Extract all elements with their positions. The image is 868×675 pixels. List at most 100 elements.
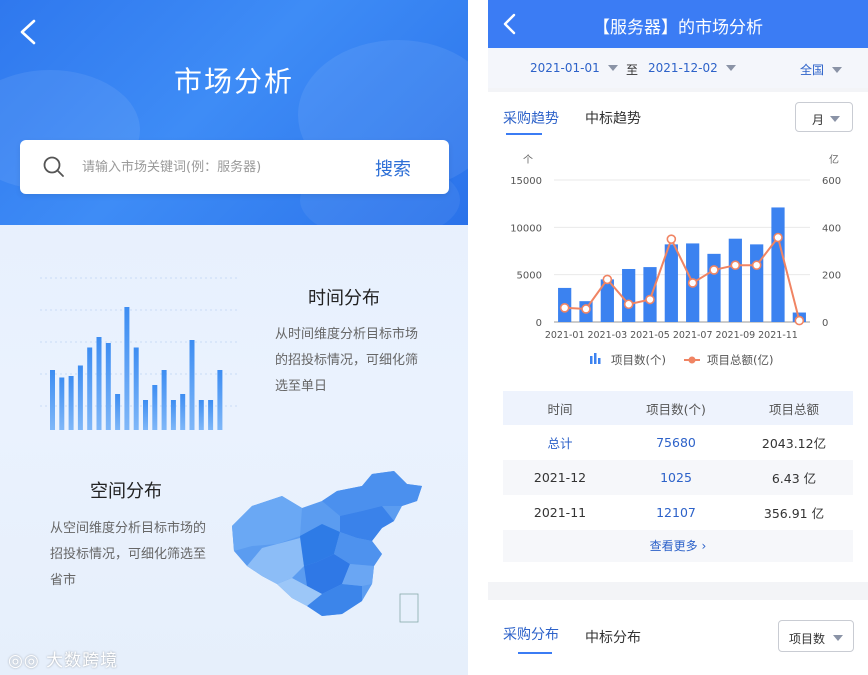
- y-tick-label-left: 15000: [510, 176, 542, 187]
- watermark-text: 大数跨境: [46, 651, 119, 671]
- start-date-value: 2021-01-01: [530, 61, 600, 75]
- line-point-total-amount: [559, 303, 570, 313]
- line-total-amount: [564, 235, 801, 321]
- line-point-total-amount: [773, 232, 783, 243]
- line-point-total-amount: [794, 315, 805, 326]
- page-title: 【服务器】的市场分析: [593, 18, 763, 38]
- intro-panel: 市场分析 搜索 时间分布 从时间维度分析目标市场的招投标情况，可细化筛选至单日 …: [0, 0, 468, 675]
- illustration-bar: [198, 400, 204, 430]
- view-more-link[interactable]: 查看更多 ›: [503, 530, 853, 562]
- legend-bar-icon: [590, 356, 593, 364]
- illustration-bar: [143, 400, 148, 430]
- row-time: 2021-12: [533, 470, 587, 485]
- search-bar: 搜索: [20, 140, 449, 194]
- illustration-bar: [189, 340, 195, 430]
- start-date-select[interactable]: 2021-01-01: [530, 61, 618, 75]
- line-point-total-amount: [709, 265, 719, 275]
- chevron-down-icon: [832, 67, 843, 73]
- row-amount: 356.91 亿: [763, 506, 825, 521]
- line-point-total-amount: [730, 260, 741, 270]
- row-count: 12107: [656, 505, 696, 520]
- bar-project-count: [707, 253, 721, 322]
- illustration-bar: [133, 347, 139, 430]
- y-tick-label-left: 10000: [510, 223, 542, 234]
- back-icon[interactable]: [16, 18, 40, 46]
- row-count: 75680: [656, 435, 696, 450]
- illustration-bar: [105, 343, 111, 430]
- region-value: 全国: [800, 63, 825, 77]
- table-header: 时间 项目数(个) 项目总额: [503, 391, 853, 425]
- period-select-value: 月: [812, 113, 825, 127]
- page-title: 市场分析: [173, 65, 294, 98]
- chevron-down-icon: [607, 65, 618, 71]
- illustration-bar: [208, 400, 214, 430]
- header-count: 项目数(个): [646, 401, 706, 417]
- right-axis-unit: 亿: [829, 153, 839, 166]
- table-row: 2021-12 1025 6.43 亿: [503, 460, 853, 495]
- chevron-down-icon: [725, 65, 736, 71]
- time-distribution-desc: 从时间维度分析目标市场的招投标情况，可细化筛选至单日: [275, 327, 419, 394]
- row-amount: 6.43 亿: [771, 471, 817, 486]
- line-point-total-amount: [602, 274, 613, 285]
- y-tick-label-left: 0: [536, 318, 542, 329]
- y-tick-label-right: 0: [822, 318, 828, 329]
- region-select[interactable]: 全国: [800, 61, 843, 78]
- x-tick-label: 2021-09: [715, 330, 755, 341]
- period-select[interactable]: 月: [795, 102, 853, 132]
- end-date-select[interactable]: 2021-12-02: [648, 61, 736, 75]
- watermark: ◎◎ 大数跨境: [8, 646, 118, 671]
- tab-award-distribution[interactable]: 中标分布: [585, 627, 641, 647]
- time-distribution-title: 时间分布: [308, 288, 380, 309]
- x-tick-label: 2021-01: [545, 330, 585, 341]
- china-map-illustration: [232, 471, 422, 623]
- illustration-bar: [124, 307, 130, 430]
- line-point-total-amount: [645, 294, 655, 305]
- illustration-bar: [161, 370, 167, 430]
- active-tab-indicator: [506, 133, 542, 135]
- metric-select-value: 项目数: [789, 632, 826, 646]
- illustration-bar: [96, 337, 102, 430]
- header-bar: 【服务器】的市场分析: [488, 0, 868, 48]
- x-tick-label: 2021-03: [587, 330, 627, 341]
- illustration-bar: [59, 377, 65, 430]
- legend-bar-icon: [594, 353, 597, 364]
- left-axis-unit: 个: [523, 154, 533, 166]
- y-tick-label-right: 600: [822, 176, 841, 187]
- line-point-total-amount: [623, 299, 634, 310]
- search-icon: [43, 156, 64, 177]
- bar-project-count: [664, 244, 678, 322]
- trend-table: 时间 项目数(个) 项目总额 总计 75680 2043.12亿 2021-12…: [503, 391, 853, 530]
- y-tick-label-right: 400: [822, 223, 841, 234]
- tab-award-trend[interactable]: 中标趋势: [585, 108, 641, 128]
- bar-project-count: [750, 244, 764, 322]
- filter-bar: 2021-01-01 至 2021-12-02 全国: [488, 48, 868, 88]
- hero-banner: 市场分析 搜索: [0, 0, 468, 225]
- header-time: 时间: [547, 401, 573, 417]
- x-tick-label: 2021-11: [758, 330, 798, 341]
- chevron-down-icon: [833, 635, 843, 641]
- tab-procurement-trend[interactable]: 采购趋势: [503, 108, 559, 128]
- illustration-bar: [217, 370, 223, 430]
- search-button[interactable]: 搜索: [375, 155, 411, 181]
- illustration-bar: [68, 376, 74, 430]
- metric-select[interactable]: 项目数: [778, 620, 854, 652]
- illustration-bar: [115, 394, 121, 430]
- legend-bar-icon: [598, 358, 601, 364]
- line-point-total-amount: [666, 234, 677, 244]
- bar-project-count: [771, 207, 785, 322]
- tab-procurement-distribution[interactable]: 采购分布: [503, 624, 559, 644]
- x-tick-label: 2021-07: [673, 330, 713, 341]
- bar-project-count: [622, 268, 636, 322]
- table-row: 总计 75680 2043.12亿: [503, 425, 853, 460]
- active-tab-indicator: [518, 652, 552, 654]
- x-tick-label: 2021-05: [630, 330, 670, 341]
- search-input[interactable]: [82, 154, 362, 180]
- illustration-bar: [180, 394, 186, 430]
- space-distribution-desc: 从空间维度分析目标市场的招投标情况，可细化筛选至省市: [50, 521, 207, 588]
- watermark-logo: ◎◎: [8, 651, 47, 671]
- line-point-total-amount: [687, 278, 698, 288]
- time-distribution-illustration: [40, 277, 240, 430]
- y-tick-label-left: 5000: [517, 271, 542, 282]
- header-amount: 项目总额: [768, 401, 819, 417]
- row-time: 2021-11: [533, 505, 587, 520]
